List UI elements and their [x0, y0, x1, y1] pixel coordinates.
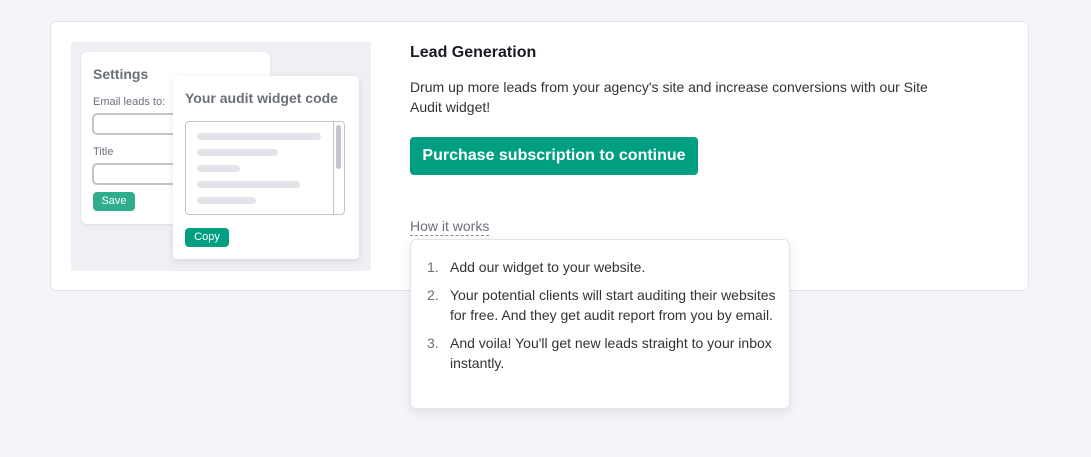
- how-it-works-link[interactable]: How it works: [410, 217, 490, 236]
- step-number: 1.: [427, 259, 439, 275]
- code-scrollbar-thumb: [336, 125, 341, 169]
- code-line: [197, 149, 278, 156]
- step-text: And voila! You'll get new leads straight…: [450, 335, 772, 371]
- step-text: Add our widget to your website.: [450, 259, 646, 275]
- step-text: Your potential clients will start auditi…: [450, 287, 776, 323]
- steps-list: 1. Add our widget to your website. 2. Yo…: [427, 257, 777, 381]
- code-line: [197, 165, 240, 172]
- title-label: Title: [93, 146, 114, 158]
- step-item: 1. Add our widget to your website.: [427, 257, 777, 277]
- widget-illustration: Settings Email leads to: Title Save Your…: [71, 42, 371, 271]
- step-number: 2.: [427, 287, 439, 303]
- how-it-works-popover: 1. Add our widget to your website. 2. Yo…: [410, 239, 790, 409]
- step-item: 2. Your potential clients will start aud…: [427, 285, 777, 325]
- copy-button-illustration: Copy: [185, 228, 229, 247]
- save-button-illustration: Save: [93, 192, 135, 211]
- widget-code-box: [185, 121, 345, 215]
- code-line: [197, 197, 256, 204]
- step-number: 3.: [427, 335, 439, 351]
- purchase-subscription-button[interactable]: Purchase subscription to continue: [410, 137, 698, 175]
- code-line: [197, 181, 300, 188]
- code-scrollbar: [333, 122, 344, 214]
- widget-code-panel: Your audit widget code Copy: [173, 76, 359, 259]
- step-item: 3. And voila! You'll get new leads strai…: [427, 333, 777, 373]
- settings-title: Settings: [93, 66, 149, 82]
- description-text: Drum up more leads from your agency's si…: [410, 79, 928, 115]
- widget-code-title: Your audit widget code: [185, 90, 338, 106]
- email-leads-label: Email leads to:: [93, 96, 166, 108]
- code-line: [197, 133, 321, 140]
- page-title: Lead Generation: [410, 44, 537, 61]
